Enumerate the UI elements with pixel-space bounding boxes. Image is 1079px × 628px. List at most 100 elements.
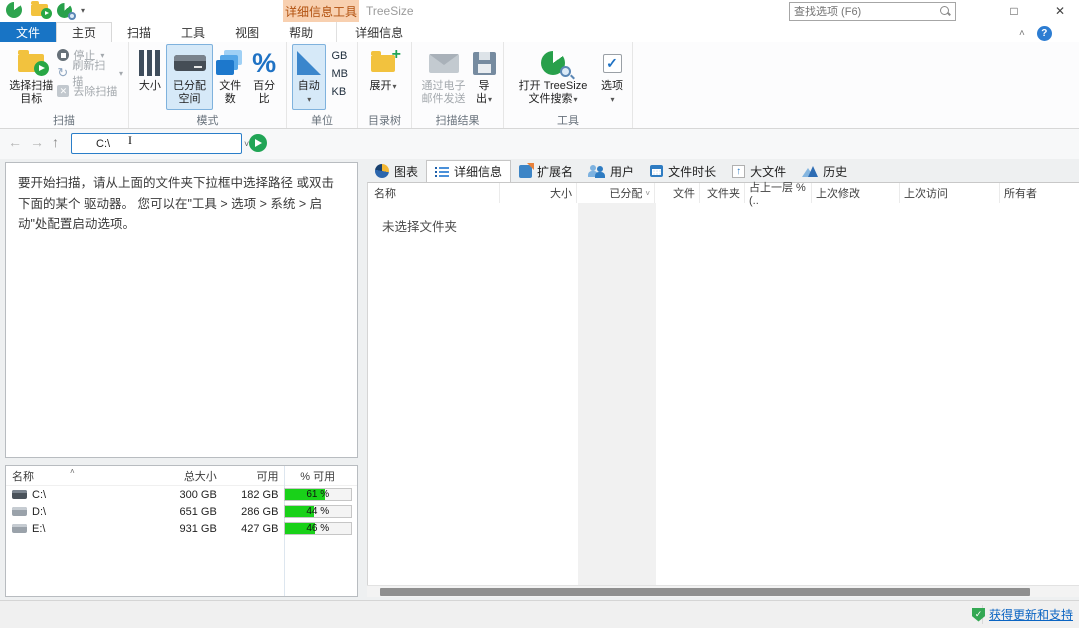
col-folders[interactable]: 文件夹 — [700, 183, 745, 203]
treesize-app-icon — [6, 2, 22, 18]
drive-row-e[interactable]: E:\ 931 GB 427 GB 46 % — [6, 520, 357, 537]
unit-auto-button[interactable]: 自动▾ — [292, 44, 326, 110]
close-button[interactable]: ✕ — [1041, 0, 1079, 22]
col-last-accessed[interactable]: 上次访问 — [900, 183, 1000, 203]
dropdown-caret-icon: ▾ — [487, 95, 492, 105]
col-owner[interactable]: 所有者 — [1000, 183, 1079, 203]
group-label-mode: 模式 — [196, 115, 219, 127]
ribbon-group-tools: 打开 TreeSize 文件搜索▾ ✓ 选项▾ 工具 — [504, 42, 633, 128]
text-cursor: I — [128, 133, 132, 147]
col-name[interactable]: 名称 — [368, 183, 500, 203]
remove-scan-button[interactable]: ✕ 去除扫描 — [57, 84, 123, 98]
drives-col-pct[interactable]: % 可用 — [278, 468, 357, 484]
group-label-results: 扫描结果 — [435, 115, 480, 127]
scan-folder-icon[interactable] — [31, 1, 52, 19]
drives-col-name[interactable]: 名称 — [6, 468, 150, 484]
address-bar: ← → ↑ ˅ I — [0, 129, 1079, 159]
tab-scan[interactable]: 扫描 — [112, 22, 166, 42]
tab-file[interactable]: 文件 — [0, 22, 57, 42]
tab-extensions[interactable]: 扩展名 — [511, 160, 581, 182]
drives-col-total[interactable]: 总大小 — [150, 468, 217, 484]
no-folder-selected-message: 未选择文件夹 — [382, 220, 458, 234]
drive-icon — [12, 524, 27, 533]
extensions-icon — [519, 162, 535, 178]
tab-tools[interactable]: 工具 — [166, 22, 220, 42]
tab-users[interactable]: 用户 — [581, 160, 642, 182]
drives-col-free[interactable]: 可用 — [217, 468, 278, 484]
tab-details-contextual[interactable]: 详细信息 — [336, 22, 421, 42]
path-combobox[interactable]: ˅ — [71, 133, 249, 154]
treesize-search-icon[interactable] — [57, 2, 76, 20]
start-scan-button[interactable] — [249, 134, 267, 152]
percent-icon: % — [252, 48, 277, 78]
ruler-triangle-icon — [296, 51, 321, 75]
scrollbar-thumb[interactable] — [380, 588, 1030, 596]
col-last-modified[interactable]: 上次修改 — [812, 183, 900, 203]
column-chevron-icon[interactable]: ˅ — [645, 189, 650, 198]
horizontal-scrollbar[interactable] — [367, 585, 1079, 597]
mode-percent-button[interactable]: % 百分比 — [247, 44, 281, 110]
dropdown-caret-icon: ▾ — [573, 95, 578, 105]
results-panel: 图表 详细信息 扩展名 用户 文件时长 ↑ 大文件 历史 名称 大小 已分配 ˅ 文… — [367, 160, 1079, 597]
tab-chart[interactable]: 图表 — [367, 160, 426, 182]
treesize-window: ▾ 详细信息工具 TreeSize □ ✕ 文件 主页 扫描 工具 视图 帮助 … — [0, 0, 1079, 628]
export-floppy-icon — [472, 51, 496, 75]
expand-button[interactable]: 展开▾ — [363, 44, 403, 110]
contextual-tab-group-header: 详细信息工具 — [283, 0, 359, 22]
tab-file-age[interactable]: 文件时长 — [642, 160, 724, 182]
open-treesize-search-button[interactable]: 打开 TreeSize 文件搜索▾ — [509, 44, 597, 110]
drive-row-d[interactable]: D:\ 651 GB 286 GB 44 % — [6, 503, 357, 520]
tab-help[interactable]: 帮助 — [274, 22, 328, 42]
dropdown-caret-icon: ▾ — [307, 95, 312, 105]
maximize-button[interactable]: □ — [995, 0, 1033, 22]
get-updates-link[interactable]: 获得更新和支持 — [989, 606, 1073, 623]
select-scan-target-icon — [18, 50, 50, 76]
find-options-searchbox[interactable] — [789, 2, 956, 21]
collapse-ribbon-icon[interactable]: ˄ — [1019, 28, 1025, 39]
sorted-column-highlight — [578, 203, 656, 585]
col-percent-of-parent[interactable]: 占上一层 % (.. — [745, 182, 812, 207]
tab-details[interactable]: 详细信息 — [426, 160, 512, 182]
col-size[interactable]: 大小 — [500, 183, 577, 203]
group-label-tools: 工具 — [557, 115, 579, 127]
forward-icon[interactable]: → — [30, 134, 44, 150]
col-allocated[interactable]: 已分配 ˅ — [577, 183, 655, 203]
select-scan-target-label: 选择扫描目标 — [9, 80, 54, 106]
drive-icon — [12, 507, 27, 516]
options-checkbox-icon: ✓ — [602, 53, 622, 73]
dropdown-caret-icon: ▾ — [118, 68, 123, 78]
up-icon[interactable]: ↑ — [52, 134, 59, 150]
drives-panel: 名称 ˄ 总大小 可用 % 可用 C:\ 300 GB 182 GB 61 % … — [5, 465, 358, 597]
back-icon[interactable]: ← — [8, 134, 22, 150]
col-files[interactable]: 文件 — [655, 183, 700, 203]
unit-gb-button[interactable]: GB — [332, 50, 349, 62]
file-count-stack-icon — [216, 50, 244, 76]
ribbon-tab-bar: 文件 主页 扫描 工具 视图 帮助 详细信息 — [0, 22, 1079, 42]
window-title: TreeSize — [366, 4, 414, 18]
quick-access-toolbar: ▾ — [6, 1, 85, 20]
tab-home[interactable]: 主页 — [56, 22, 113, 42]
history-chart-icon — [802, 165, 819, 177]
mode-file-count-button[interactable]: 文件数 — [213, 44, 247, 110]
help-icon[interactable]: ? — [1036, 26, 1052, 41]
unit-kb-button[interactable]: KB — [332, 86, 349, 98]
quick-access-caret-icon[interactable]: ▾ — [81, 6, 85, 15]
group-label-unit: 单位 — [311, 115, 333, 127]
mode-size-button[interactable]: 大小 — [134, 44, 166, 110]
send-email-button[interactable]: 通过电子邮件发送 — [417, 44, 470, 110]
group-label-tree: 目录树 — [368, 115, 401, 127]
options-button[interactable]: ✓ 选项▾ — [597, 44, 627, 110]
select-scan-target-button[interactable]: 选择扫描目标 — [5, 44, 57, 110]
search-input[interactable] — [790, 5, 940, 18]
unit-mb-button[interactable]: MB — [332, 68, 349, 80]
mode-allocated-button[interactable]: 已分配空间 — [165, 44, 214, 110]
refresh-icon: ↻ — [57, 65, 69, 80]
path-input[interactable] — [72, 137, 238, 150]
treesize-file-search-icon — [541, 51, 571, 77]
results-tab-bar: 图表 详细信息 扩展名 用户 文件时长 ↑ 大文件 历史 — [367, 160, 1079, 182]
dropdown-caret-icon: ▾ — [610, 95, 615, 105]
refresh-scan-button[interactable]: ↻ 刷新扫描 ▾ — [57, 60, 123, 88]
drive-row-c[interactable]: C:\ 300 GB 182 GB 61 % — [6, 486, 357, 503]
tab-view[interactable]: 视图 — [220, 22, 274, 42]
export-button[interactable]: 导出▾ — [470, 44, 498, 110]
